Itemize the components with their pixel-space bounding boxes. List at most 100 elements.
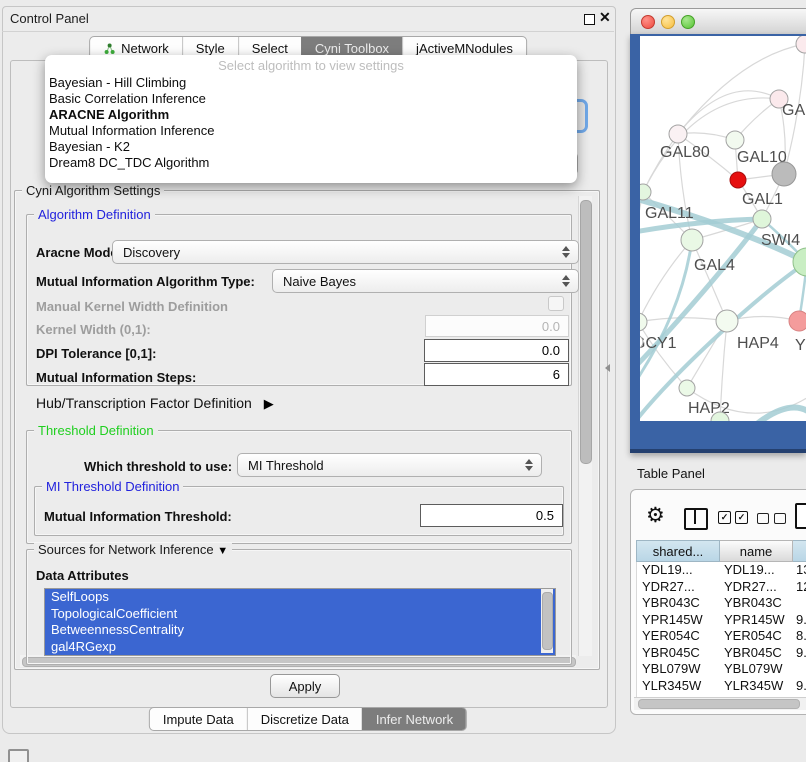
table-cell: 9. [791, 612, 806, 629]
gear-icon[interactable]: ⚙ [646, 503, 665, 528]
network-node-GAL4[interactable] [681, 229, 703, 251]
table-cell: YDR27... [719, 579, 791, 596]
spinner-arrows-icon [525, 459, 533, 471]
table-row[interactable]: YDR27...YDR27...12 [637, 579, 806, 596]
settings-vertical-scrollbar-thumb[interactable] [580, 200, 592, 464]
column-header[interactable]: A [793, 540, 806, 562]
dropdown-item[interactable]: ARACNE Algorithm [45, 107, 577, 123]
mi-algorithm-type-select[interactable]: Naive Bayes [272, 269, 579, 293]
hub-definition-expander[interactable]: Hub/Transcription Factor Definition ▶ [36, 395, 274, 412]
network-node-top-partial[interactable] [796, 36, 806, 53]
table-row[interactable]: YPR145WYPR145W9. [637, 612, 806, 629]
kernel-width-field[interactable]: 0.0 [425, 315, 569, 337]
deselect-all-columns-icon[interactable] [757, 513, 786, 524]
apply-button[interactable]: Apply [270, 674, 340, 698]
network-node-GAL1[interactable] [753, 210, 771, 228]
select-all-columns-icon[interactable]: ✓ ✓ [718, 511, 748, 524]
control-panel-title: Control Panel [10, 11, 89, 26]
table-row[interactable]: YBL079WYBL079W [637, 661, 806, 678]
mi-steps-field[interactable]: 6 [424, 363, 569, 386]
threshold-definition-title: Threshold Definition [34, 424, 158, 437]
tab-discretize-data[interactable]: Discretize Data [247, 708, 362, 730]
table-row[interactable]: YBR045CYBR045C9. [637, 645, 806, 662]
attribute-item[interactable]: gal4RGexp [45, 639, 555, 656]
close-window-icon[interactable] [641, 15, 655, 29]
table-row[interactable]: YLR345WYLR345W9. [637, 678, 806, 695]
algorithm-dropdown-hint: Select algorithm to view settings [45, 57, 577, 75]
dropdown-item[interactable]: Bayesian - Hill Climbing [45, 75, 577, 91]
dropdown-item[interactable]: Bayesian - K2 [45, 139, 577, 155]
network-node-red-node[interactable] [730, 172, 746, 188]
network-node-GAL80[interactable] [669, 125, 687, 143]
table-row[interactable]: YBR043CYBR043C [637, 595, 806, 612]
desktop: Control Panel ✕ NetworkStyleSelectCyni T… [0, 0, 806, 762]
network-node-gray-node[interactable] [772, 162, 796, 186]
attribute-item[interactable]: TopologicalCoefficient [45, 606, 555, 623]
network-node-salmon-node[interactable] [789, 311, 806, 331]
which-threshold-label: Which threshold to use: [84, 459, 232, 474]
data-attributes-list[interactable]: SelfLoopsTopologicalCoefficientBetweenne… [44, 588, 556, 656]
sources-group-title[interactable]: Sources for Network Inference ▼ [34, 543, 232, 558]
apply-button-label: Apply [289, 679, 322, 694]
minimize-window-icon[interactable] [661, 15, 675, 29]
which-threshold-value: MI Threshold [248, 458, 324, 473]
table-cell: 12 [791, 579, 806, 596]
network-node-GAL11[interactable] [640, 184, 651, 200]
column-header[interactable]: shared... [636, 540, 720, 562]
tab-label: Impute Data [163, 712, 234, 727]
table-body: YDL19...YDL19...13YDR27...YDR27...12YBR0… [636, 562, 806, 697]
attribute-item[interactable]: BetweennessCentrality [45, 622, 555, 639]
aracne-mode-value: Discovery [123, 245, 180, 260]
tab-label: Infer Network [376, 712, 453, 727]
network-node-HAP2[interactable] [679, 380, 695, 396]
tab-impute-data[interactable]: Impute Data [150, 708, 247, 730]
algorithm-definition-title: Algorithm Definition [34, 208, 155, 221]
network-edge [643, 134, 678, 192]
float-panel-icon[interactable] [584, 14, 595, 25]
unchecked-box-icon [774, 513, 786, 524]
attributes-list-scrollbar-thumb[interactable] [542, 592, 553, 650]
network-edge [678, 91, 779, 134]
table-cell: YDL19... [637, 562, 719, 579]
split-view-icon[interactable] [684, 508, 708, 530]
aracne-mode-label: Aracne Mode: [36, 245, 122, 260]
mi-threshold-field[interactable]: 0.5 [420, 504, 563, 527]
manual-kernel-width-label: Manual Kernel Width Definition [36, 299, 228, 314]
table-row[interactable]: YDL19...YDL19...13 [637, 562, 806, 579]
table-cell: YER054C [719, 628, 791, 645]
dpi-tolerance-value: 0.0 [542, 343, 560, 358]
table-horizontal-scrollbar-thumb[interactable] [638, 699, 800, 709]
aracne-mode-select[interactable]: Discovery [112, 240, 579, 264]
close-icon[interactable]: ✕ [599, 9, 611, 26]
checked-box-icon: ✓ [735, 511, 748, 524]
which-threshold-select[interactable]: MI Threshold [237, 453, 542, 477]
node-label: GAL4 [694, 257, 735, 274]
tab-infer-network[interactable]: Infer Network [362, 708, 466, 730]
table-cell: 8. [791, 628, 806, 645]
dropdown-item[interactable]: Mutual Information Inference [45, 123, 577, 139]
table-cell: YBL079W [719, 661, 791, 678]
zoom-window-icon[interactable] [681, 15, 695, 29]
dropdown-item[interactable]: Dream8 DC_TDC Algorithm [45, 155, 577, 171]
checked-box-icon: ✓ [718, 511, 731, 524]
manual-kernel-width-checkbox[interactable] [548, 296, 564, 311]
attribute-item[interactable]: SelfLoops [45, 589, 555, 606]
dropdown-item[interactable]: Basic Correlation Inference [45, 91, 577, 107]
minimized-panel-icon[interactable] [8, 749, 29, 762]
mi-steps-label: Mutual Information Steps: [36, 370, 196, 385]
unchecked-box-icon [757, 513, 769, 524]
table-cell: YBR045C [637, 645, 719, 662]
dpi-tolerance-field[interactable]: 0.0 [424, 339, 569, 362]
column-header[interactable]: name [720, 540, 793, 562]
control-panel-titlebar [2, 6, 614, 32]
network-node-GCY1[interactable] [640, 313, 647, 331]
table-row[interactable]: YER054CYER054C8. [637, 628, 806, 645]
table-panel-title: Table Panel [637, 466, 705, 481]
split-pane-collapse-arrow[interactable] [605, 364, 610, 372]
document-icon[interactable] [795, 503, 806, 529]
network-node-GAL10[interactable] [726, 131, 744, 149]
network-node-HAP4[interactable] [716, 310, 738, 332]
node-label: GCY1 [640, 335, 677, 352]
network-canvas[interactable]: GALGAL80GAL10GAL11GAL1SWI4GAL4GCY1HAP4YH… [640, 36, 806, 421]
mi-threshold-group-title: MI Threshold Definition [42, 480, 183, 493]
